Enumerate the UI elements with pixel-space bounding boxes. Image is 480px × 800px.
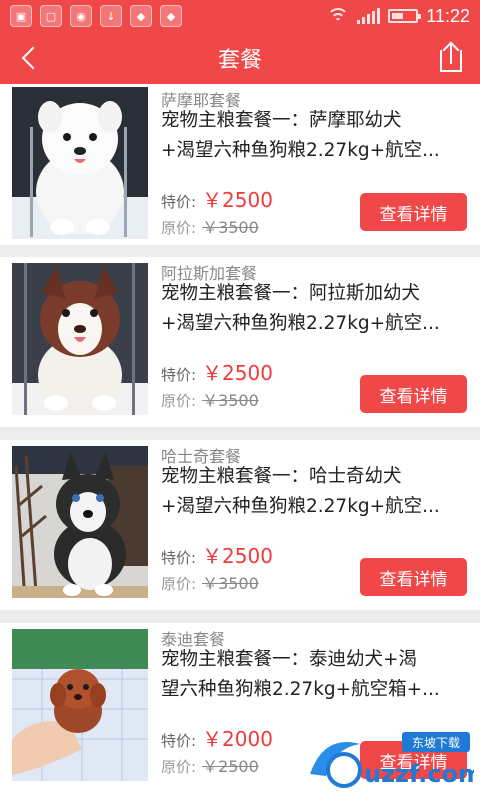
view-details-button[interactable]: 查看详情 [360,375,467,413]
package-description: 宠物主粮套餐一：阿拉斯加幼犬 +渴望六种鱼狗粮2.27kg+航空... [161,283,440,334]
package-card[interactable]: 阿拉斯加套餐 宠物主粮套餐一：阿拉斯加幼犬 +渴望六种鱼狗粮2.27kg+航空.… [0,257,480,427]
view-details-button[interactable]: 查看详情 [360,558,467,596]
image-icon: ▣ [10,5,32,27]
sale-price: ￥2500 [202,361,273,385]
battery-icon [388,9,422,23]
original-price: ￥2500 [202,757,259,776]
lock-icon: ▢ [40,5,62,27]
sale-price-row: 特价: ￥2500 [161,540,273,569]
original-price: ￥3500 [202,574,259,593]
package-list[interactable]: 萨摩耶套餐 宠物主粮套餐一：萨摩耶幼犬 +渴望六种鱼狗粮2.27kg+航空...… [0,84,480,800]
package-photo [12,446,148,598]
iflyer-icon: ◉ [70,5,92,27]
original-price-row: 原价: ￥3500 [161,387,259,411]
original-price: ￥3500 [202,218,259,237]
shield-icon: ◆ [130,5,152,27]
original-price: ￥3500 [202,391,259,410]
view-details-button[interactable]: 查看详情 [360,193,467,231]
watermark-badge: 东坡下载 [412,736,460,750]
signal-icon [357,8,381,24]
download-icon: ↓ [100,5,122,27]
site-watermark: 东坡下载 uzzf.com [304,730,480,794]
sale-price: ￥2500 [202,188,273,212]
original-price-row: 原价: ￥3500 [161,570,259,594]
app-bar: 套餐 [0,32,480,84]
sale-price-row: 特价: ￥2000 [161,723,273,752]
shield-badge-icon: ◆ [160,5,182,27]
share-button[interactable] [430,38,470,78]
original-price-row: 原价: ￥2500 [161,753,259,777]
status-time: 11:22 [426,5,470,26]
page-title: 套餐 [217,48,262,73]
package-card[interactable]: 哈士奇套餐 宠物主粮套餐一：哈士奇幼犬 +渴望六种鱼狗粮2.27kg+航空...… [0,440,480,610]
package-photo [12,87,148,239]
package-photo [12,263,148,415]
sale-price: ￥2000 [202,727,273,751]
watermark-text: uzzf.com [364,760,474,788]
package-description: 宠物主粮套餐一：哈士奇幼犬 +渴望六种鱼狗粮2.27kg+航空... [161,466,440,517]
original-price-row: 原价: ￥3500 [161,214,259,238]
sale-price: ￥2500 [202,544,273,568]
back-button[interactable] [0,32,60,84]
package-description: 宠物主粮套餐一：萨摩耶幼犬 +渴望六种鱼狗粮2.27kg+航空... [161,110,440,161]
status-bar: ▣ ▢ ◉ ↓ ◆ ◆ 11:22 [0,0,480,32]
package-description: 宠物主粮套餐一：泰迪幼犬+渴 望六种鱼狗粮2.27kg+航空箱+... [161,649,440,700]
sale-price-row: 特价: ￥2500 [161,184,273,213]
sale-price-row: 特价: ￥2500 [161,357,273,386]
package-photo [12,629,148,781]
wifi-icon [327,8,350,24]
package-card[interactable]: 萨摩耶套餐 宠物主粮套餐一：萨摩耶幼犬 +渴望六种鱼狗粮2.27kg+航空...… [0,84,480,245]
chevron-left-icon [21,46,45,70]
